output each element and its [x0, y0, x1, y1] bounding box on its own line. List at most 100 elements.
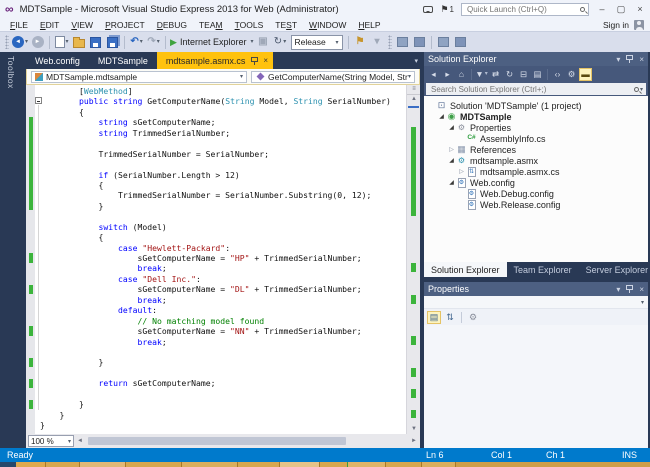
quick-launch-input[interactable]: [465, 4, 580, 15]
tree-item-web-debug-config[interactable]: ⚙Web.Debug.config: [424, 188, 648, 199]
menu-item-debug[interactable]: DEBUG: [151, 20, 193, 30]
close-button[interactable]: ×: [634, 4, 646, 14]
web-code-analysis-icon[interactable]: [453, 34, 468, 50]
open-file-icon[interactable]: [71, 34, 86, 50]
browse-with-icon[interactable]: [436, 34, 451, 50]
attach-icon[interactable]: ▣: [256, 34, 271, 50]
refresh-icon[interactable]: ↻: [503, 68, 516, 81]
overflow-icon[interactable]: ▾: [370, 34, 385, 50]
windows-taskbar[interactable]: [0, 462, 650, 467]
back-icon[interactable]: ◂: [427, 68, 440, 81]
property-pages-icon[interactable]: ⚙: [466, 311, 480, 324]
tab-mdtsample-asmx-cs[interactable]: mdtsample.asmx.cs×: [157, 52, 273, 69]
panel-tab-solution-explorer[interactable]: Solution Explorer: [424, 262, 507, 277]
undo-icon[interactable]: ↶▾: [129, 34, 144, 50]
tree-item-web-release-config[interactable]: ⚙Web.Release.config: [424, 199, 648, 210]
pin-icon[interactable]: [626, 55, 633, 63]
tab-well-overflow-icon[interactable]: ▾: [414, 57, 418, 65]
chevron-expanded-icon[interactable]: ◢: [437, 113, 446, 120]
chevron-expanded-icon[interactable]: ◢: [447, 179, 456, 186]
toolbar-grip[interactable]: [388, 35, 392, 49]
tree-item-assemblyinfo-cs[interactable]: C#AssemblyInfo.cs: [424, 133, 648, 144]
redo-icon[interactable]: ↷▾: [146, 34, 161, 50]
properties-icon[interactable]: ⚙: [565, 68, 578, 81]
code-token: :: [196, 274, 201, 284]
horizontal-scrollbar[interactable]: [86, 437, 408, 445]
navigate-backward-icon[interactable]: ◄▾: [12, 34, 28, 50]
collapse-all-icon[interactable]: ⊟: [517, 68, 530, 81]
member-dropdown[interactable]: GetComputerName(String Model, String Ser…: [251, 71, 415, 83]
categorized-icon[interactable]: ▤: [427, 311, 441, 324]
menu-item-edit[interactable]: EDIT: [34, 20, 65, 30]
menu-item-project[interactable]: PROJECT: [99, 20, 151, 30]
tree-item-references[interactable]: ▷▦References: [424, 144, 648, 155]
menu-item-team[interactable]: TEAM: [193, 20, 229, 30]
tab-mdtsample[interactable]: MDTSample: [89, 52, 157, 69]
refresh-icon[interactable]: ↻▾: [273, 34, 288, 50]
feedback-icon[interactable]: [423, 6, 433, 13]
save-icon[interactable]: [88, 34, 103, 50]
chevron-collapsed-icon[interactable]: ▷: [457, 168, 466, 175]
scroll-left-icon[interactable]: ◄: [74, 438, 86, 444]
scroll-up-icon[interactable]: ▲: [407, 96, 420, 102]
publish-icon[interactable]: ⚑: [353, 34, 368, 50]
home-icon[interactable]: ⌂: [455, 68, 468, 81]
tab-web-config[interactable]: Web.config: [26, 52, 89, 69]
solution-explorer-search-input[interactable]: [429, 84, 634, 95]
split-window-handle[interactable]: ≡: [407, 85, 420, 95]
save-all-icon[interactable]: [105, 34, 120, 50]
preview-selected-items-icon[interactable]: ▬: [579, 68, 592, 81]
page-inspector-icon[interactable]: [412, 34, 427, 50]
new-file-icon[interactable]: ▾: [54, 34, 69, 50]
iis-express-icon[interactable]: [395, 34, 410, 50]
tree-item-mdtsample-asmx-cs[interactable]: ▷⇅mdtsample.asmx.cs: [424, 166, 648, 177]
chevron-collapsed-icon[interactable]: ▷: [447, 146, 456, 153]
chevron-expanded-icon[interactable]: ◢: [447, 157, 456, 164]
show-all-files-icon[interactable]: ▤: [531, 68, 544, 81]
panel-tab-team-explorer[interactable]: Team Explorer: [507, 262, 579, 277]
close-icon[interactable]: ×: [639, 285, 644, 294]
chevron-expanded-icon[interactable]: ◢: [447, 124, 456, 131]
type-dropdown[interactable]: MDTSample.mdtsample ▾: [31, 71, 247, 83]
navigate-forward-icon[interactable]: ►: [30, 34, 45, 50]
forward-icon[interactable]: ▸: [441, 68, 454, 81]
pin-icon[interactable]: [626, 285, 633, 293]
alphabetical-icon[interactable]: ⇅: [443, 311, 457, 324]
configuration-combo[interactable]: Release▾: [291, 35, 343, 50]
window-position-icon[interactable]: ▾: [616, 285, 620, 294]
window-position-icon[interactable]: ▾: [616, 55, 620, 64]
view-code-icon[interactable]: ‹›: [551, 68, 564, 81]
vertical-scrollbar[interactable]: ≡ ▲ ▼: [406, 85, 420, 434]
toolbar-grip[interactable]: [5, 35, 9, 49]
minimize-button[interactable]: –: [596, 4, 608, 14]
menu-item-window[interactable]: WINDOW: [303, 20, 352, 30]
panel-tab-server-explorer[interactable]: Server Explorer: [579, 262, 650, 277]
tree-item-solution-mdtsample-1-project-[interactable]: ⊡Solution 'MDTSample' (1 project): [424, 100, 648, 111]
sync-with-active-document-icon[interactable]: ⇄: [489, 68, 502, 81]
code-editor[interactable]: [WebMethod] public string GetComputerNam…: [26, 85, 420, 434]
tree-item-mdtsample-asmx[interactable]: ◢⚙mdtsample.asmx: [424, 155, 648, 166]
filter-icon[interactable]: ▼▾: [475, 68, 488, 81]
start-debug-button[interactable]: ▶Internet Explorer▾: [170, 34, 253, 50]
pin-icon[interactable]: [251, 57, 258, 65]
menu-item-file[interactable]: FILE: [4, 20, 34, 30]
properties-object-dropdown[interactable]: ▾: [424, 296, 648, 309]
user-avatar-icon[interactable]: [634, 20, 644, 30]
zoom-dropdown[interactable]: 100 % ▾: [28, 435, 74, 447]
menu-item-view[interactable]: VIEW: [65, 20, 99, 30]
close-icon[interactable]: ×: [639, 55, 644, 64]
close-icon[interactable]: ×: [263, 56, 268, 65]
horizontal-scrollbar-thumb[interactable]: [88, 437, 346, 445]
menu-item-tools[interactable]: TOOLS: [229, 20, 270, 30]
restore-button[interactable]: ▢: [615, 4, 627, 15]
notifications-flag-icon[interactable]: ⚑1: [440, 4, 454, 15]
menu-item-help[interactable]: HELP: [352, 20, 386, 30]
tree-item-mdtsample[interactable]: ◢◉MDTSample: [424, 111, 648, 122]
sign-in-link[interactable]: Sign in: [603, 20, 629, 30]
toolbox-tab[interactable]: Toolbox: [6, 56, 16, 89]
tree-item-properties[interactable]: ◢⚙Properties: [424, 122, 648, 133]
scroll-right-icon[interactable]: ►: [408, 438, 420, 444]
scroll-down-icon[interactable]: ▼: [407, 426, 420, 432]
tree-item-web-config[interactable]: ◢⚙Web.config: [424, 177, 648, 188]
menu-item-test[interactable]: TEST: [269, 20, 303, 30]
